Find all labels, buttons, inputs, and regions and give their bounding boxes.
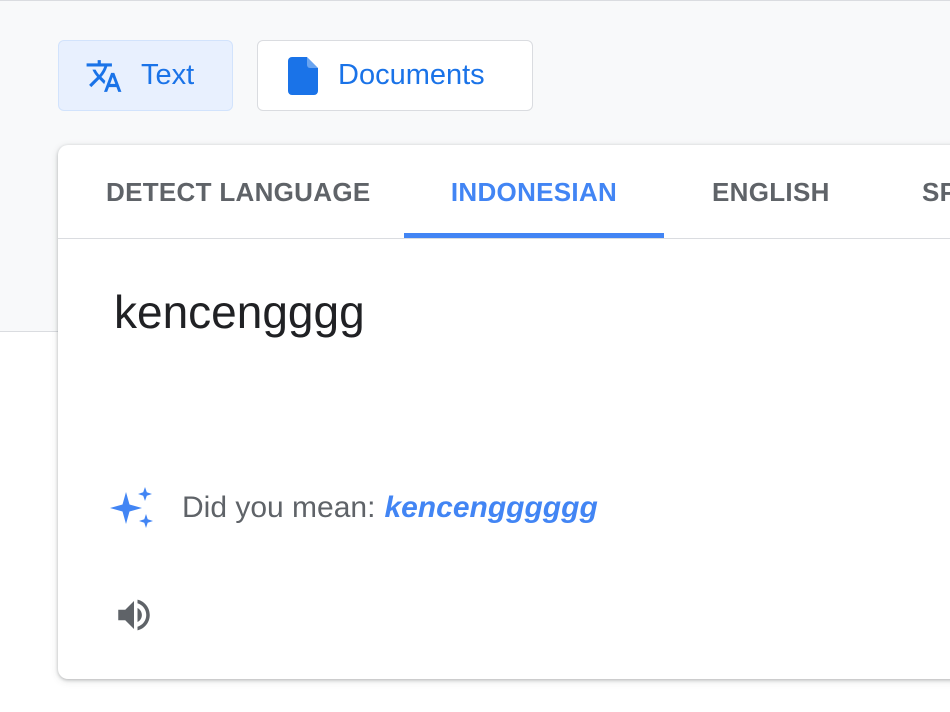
source-text-input[interactable]: kencengggg bbox=[114, 282, 365, 342]
did-you-mean-row: Did you mean: kencengggggg bbox=[110, 485, 598, 531]
tab-english[interactable]: ENGLISH bbox=[712, 145, 830, 238]
speaker-icon bbox=[113, 594, 155, 641]
language-tabs: DETECT LANGUAGE INDONESIAN ENGLISH SP bbox=[58, 145, 950, 239]
suggested-correction-link[interactable]: kencengggggg bbox=[384, 491, 597, 525]
source-panel: DETECT LANGUAGE INDONESIAN ENGLISH SP ke… bbox=[58, 145, 950, 679]
tab-language-4[interactable]: SP bbox=[922, 145, 950, 238]
documents-mode-button[interactable]: Documents bbox=[257, 40, 533, 111]
document-icon bbox=[288, 56, 318, 95]
translate-icon bbox=[85, 57, 123, 95]
text-mode-label: Text bbox=[141, 59, 195, 91]
tab-detect-language[interactable]: DETECT LANGUAGE bbox=[106, 145, 371, 238]
listen-button[interactable] bbox=[112, 595, 156, 639]
text-mode-button[interactable]: Text bbox=[58, 40, 233, 111]
did-you-mean-label: Did you mean: bbox=[182, 491, 376, 524]
sparkle-icon bbox=[110, 485, 156, 531]
documents-mode-label: Documents bbox=[338, 59, 485, 91]
tab-indonesian[interactable]: INDONESIAN bbox=[404, 145, 664, 238]
